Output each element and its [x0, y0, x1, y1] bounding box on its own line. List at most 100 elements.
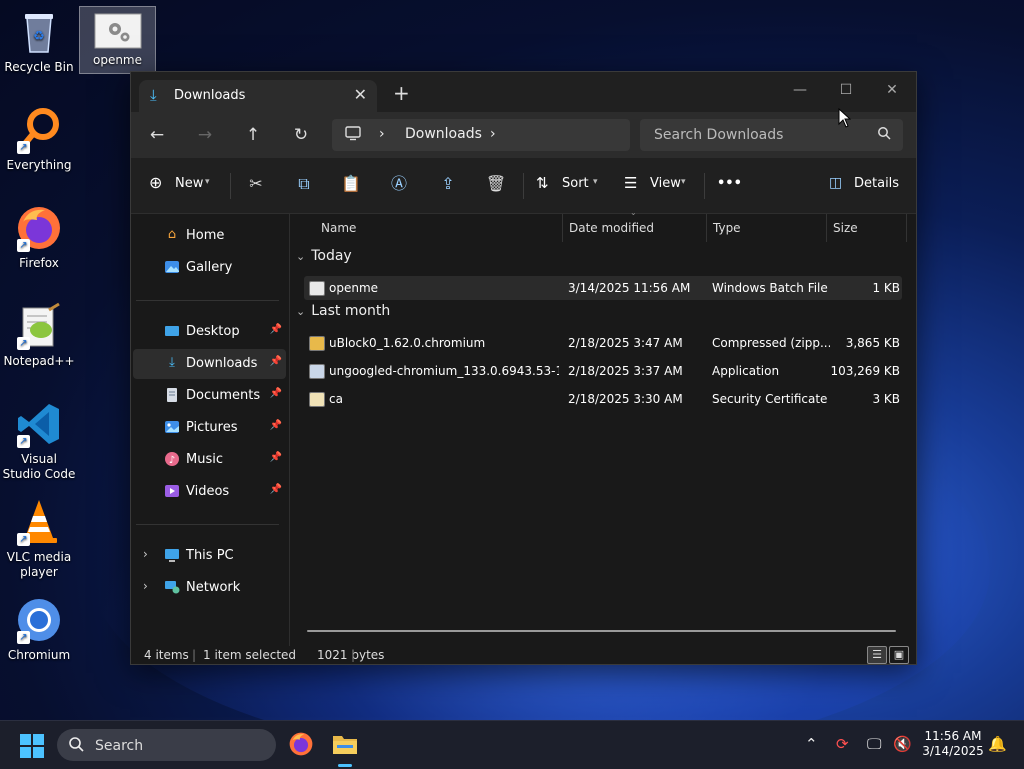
title-bar: ⤓ Downloads ✕ + — ☐ ✕: [131, 72, 916, 112]
table-row[interactable]: openme 3/14/2025 11:56 AM Windows Batch Fi…: [304, 276, 902, 300]
desktop-icon-firefox[interactable]: ↗ Firefox: [2, 204, 76, 271]
chevron-right-icon[interactable]: ›: [143, 547, 148, 561]
up-button[interactable]: ↑: [241, 123, 265, 147]
column-header-type[interactable]: Type: [713, 214, 741, 242]
pin-icon[interactable]: 📌: [270, 484, 282, 495]
file-date: 2/18/2025 3:47 AM: [568, 336, 683, 350]
divider: [136, 524, 279, 525]
new-tab-button[interactable]: +: [393, 81, 410, 105]
sidebar-item-label: Downloads: [186, 356, 258, 371]
column-header-name[interactable]: Name: [321, 214, 356, 242]
column-header-date-modified[interactable]: Date modified: [569, 214, 654, 242]
group-header-today[interactable]: ⌄ Today: [296, 248, 352, 264]
paste-icon[interactable]: 📋: [339, 172, 363, 196]
maximize-button[interactable]: ☐: [823, 76, 869, 104]
status-item-count: 4 items: [144, 648, 189, 662]
file-type: Compressed (zipp...: [712, 336, 830, 350]
documents-icon: [164, 387, 180, 403]
back-button[interactable]: ←: [145, 123, 169, 147]
share-icon[interactable]: ⇪: [436, 172, 460, 196]
tiles-view-icon[interactable]: ▣: [889, 646, 909, 664]
cut-icon[interactable]: ✂: [244, 172, 268, 196]
breadcrumb-chevron-icon[interactable]: ›: [490, 126, 496, 142]
breadcrumb-chevron-icon[interactable]: ›: [379, 126, 385, 142]
group-header-last-month[interactable]: ⌄ Last month: [296, 303, 390, 319]
new-label: New: [175, 176, 204, 191]
sidebar-item-desktop[interactable]: Desktop 📌: [133, 317, 286, 347]
table-row[interactable]: uBlock0_1.62.0.chromium 2/18/2025 3:47 AM…: [304, 331, 902, 355]
search-box[interactable]: [640, 119, 903, 151]
sidebar-item-pictures[interactable]: Pictures 📌: [133, 413, 286, 443]
sidebar-item-network[interactable]: › Network: [133, 573, 286, 603]
delete-trash-icon[interactable]: 🗑: [484, 172, 508, 196]
desktop-icon-recycle-bin[interactable]: ♻ Recycle Bin: [2, 8, 76, 75]
minimize-button[interactable]: —: [777, 76, 823, 104]
sidebar-item-this-pc[interactable]: › This PC: [133, 541, 286, 571]
divider: [230, 173, 231, 199]
taskbar-clock[interactable]: 11:56 AM 3/14/2025: [918, 729, 988, 759]
sort-button[interactable]: ⇅ Sort ▾: [536, 172, 606, 198]
network-icon: [164, 579, 180, 595]
details-pane-button[interactable]: ◫ Details: [829, 172, 901, 198]
pin-icon[interactable]: 📌: [270, 452, 282, 463]
sidebar-item-home[interactable]: ⌂ Home: [133, 221, 286, 251]
vlc-cone-icon: ↗: [15, 498, 63, 546]
close-window-button[interactable]: ✕: [869, 76, 915, 104]
refresh-button[interactable]: ↻: [289, 123, 313, 147]
chevron-right-icon[interactable]: ›: [143, 579, 148, 593]
show-hidden-icons-chevron-up-icon[interactable]: ⌃: [805, 735, 818, 753]
sidebar-item-gallery[interactable]: Gallery: [133, 253, 286, 283]
desktop-icon-notepad-plus-plus[interactable]: ↗ Notepad++: [2, 302, 76, 369]
horizontal-scrollbar[interactable]: [307, 630, 896, 632]
sidebar-item-documents[interactable]: Documents 📌: [133, 381, 286, 411]
speaker-muted-icon[interactable]: 🔇: [893, 735, 912, 753]
file-name: uBlock0_1.62.0.chromium: [329, 336, 486, 350]
tab-close-button[interactable]: ✕: [354, 85, 367, 104]
network-display-icon[interactable]: 🖵: [867, 735, 881, 753]
taskbar-firefox-icon[interactable]: [288, 731, 314, 761]
shortcut-arrow-icon: ↗: [17, 141, 30, 154]
table-row[interactable]: ca 2/18/2025 3:30 AM Security Certificate 3…: [304, 387, 902, 411]
column-divider[interactable]: [706, 214, 707, 242]
pin-icon[interactable]: 📌: [270, 356, 282, 367]
sidebar-item-music[interactable]: ♪ Music 📌: [133, 445, 286, 475]
pictures-icon: [164, 419, 180, 435]
desktop-icon-openme[interactable]: openme: [79, 6, 156, 74]
windows-start-icon[interactable]: [20, 734, 44, 762]
pin-icon[interactable]: 📌: [270, 420, 282, 431]
taskbar-file-explorer-icon[interactable]: [332, 731, 358, 761]
breadcrumb-downloads[interactable]: Downloads: [405, 126, 482, 142]
notification-bell-icon[interactable]: 🔔: [988, 735, 1007, 753]
column-divider[interactable]: [562, 214, 563, 242]
pin-icon[interactable]: 📌: [270, 324, 282, 335]
forward-button[interactable]: →: [193, 123, 217, 147]
sidebar-item-videos[interactable]: Videos 📌: [133, 477, 286, 507]
details-view-icon[interactable]: ☰: [867, 646, 887, 664]
desktop-icon-label: Visual Studio Code: [2, 452, 76, 481]
more-options-button[interactable]: •••: [717, 172, 742, 196]
desktop-icon-everything[interactable]: ↗ Everything: [2, 106, 76, 173]
tab-downloads[interactable]: ⤓ Downloads ✕: [139, 80, 377, 112]
new-button[interactable]: ⊕ New ▾: [149, 172, 219, 198]
column-header-size[interactable]: Size: [833, 214, 858, 242]
column-divider[interactable]: [826, 214, 827, 242]
address-bar[interactable]: › Downloads ›: [332, 119, 630, 151]
status-divider: |: [351, 648, 356, 662]
rename-icon[interactable]: Ⓐ: [387, 172, 411, 196]
taskbar-search-input[interactable]: [93, 729, 267, 763]
search-icon: [68, 736, 84, 756]
desktop-icon-vscode[interactable]: ↗ Visual Studio Code: [2, 400, 76, 482]
sidebar-item-downloads[interactable]: ⤓ Downloads 📌: [133, 349, 286, 379]
view-button[interactable]: ☰ View ▾: [624, 172, 694, 198]
file-date: 2/18/2025 3:37 AM: [568, 364, 683, 378]
column-divider[interactable]: [906, 214, 907, 242]
taskbar-search-box[interactable]: [57, 729, 276, 763]
copy-icon[interactable]: ⧉: [292, 172, 316, 196]
desktop-icon-vlc[interactable]: ↗ VLC media player: [2, 498, 76, 580]
sort-label: Sort: [562, 176, 589, 191]
sync-icon[interactable]: ⟳: [836, 735, 849, 753]
desktop-icon-chromium[interactable]: ↗ Chromium: [2, 596, 76, 663]
pin-icon[interactable]: 📌: [270, 388, 282, 399]
file-type: Security Certificate: [712, 392, 828, 406]
table-row[interactable]: ungoogled-chromium_133.0.6943.53-1.1... 2…: [304, 359, 902, 383]
